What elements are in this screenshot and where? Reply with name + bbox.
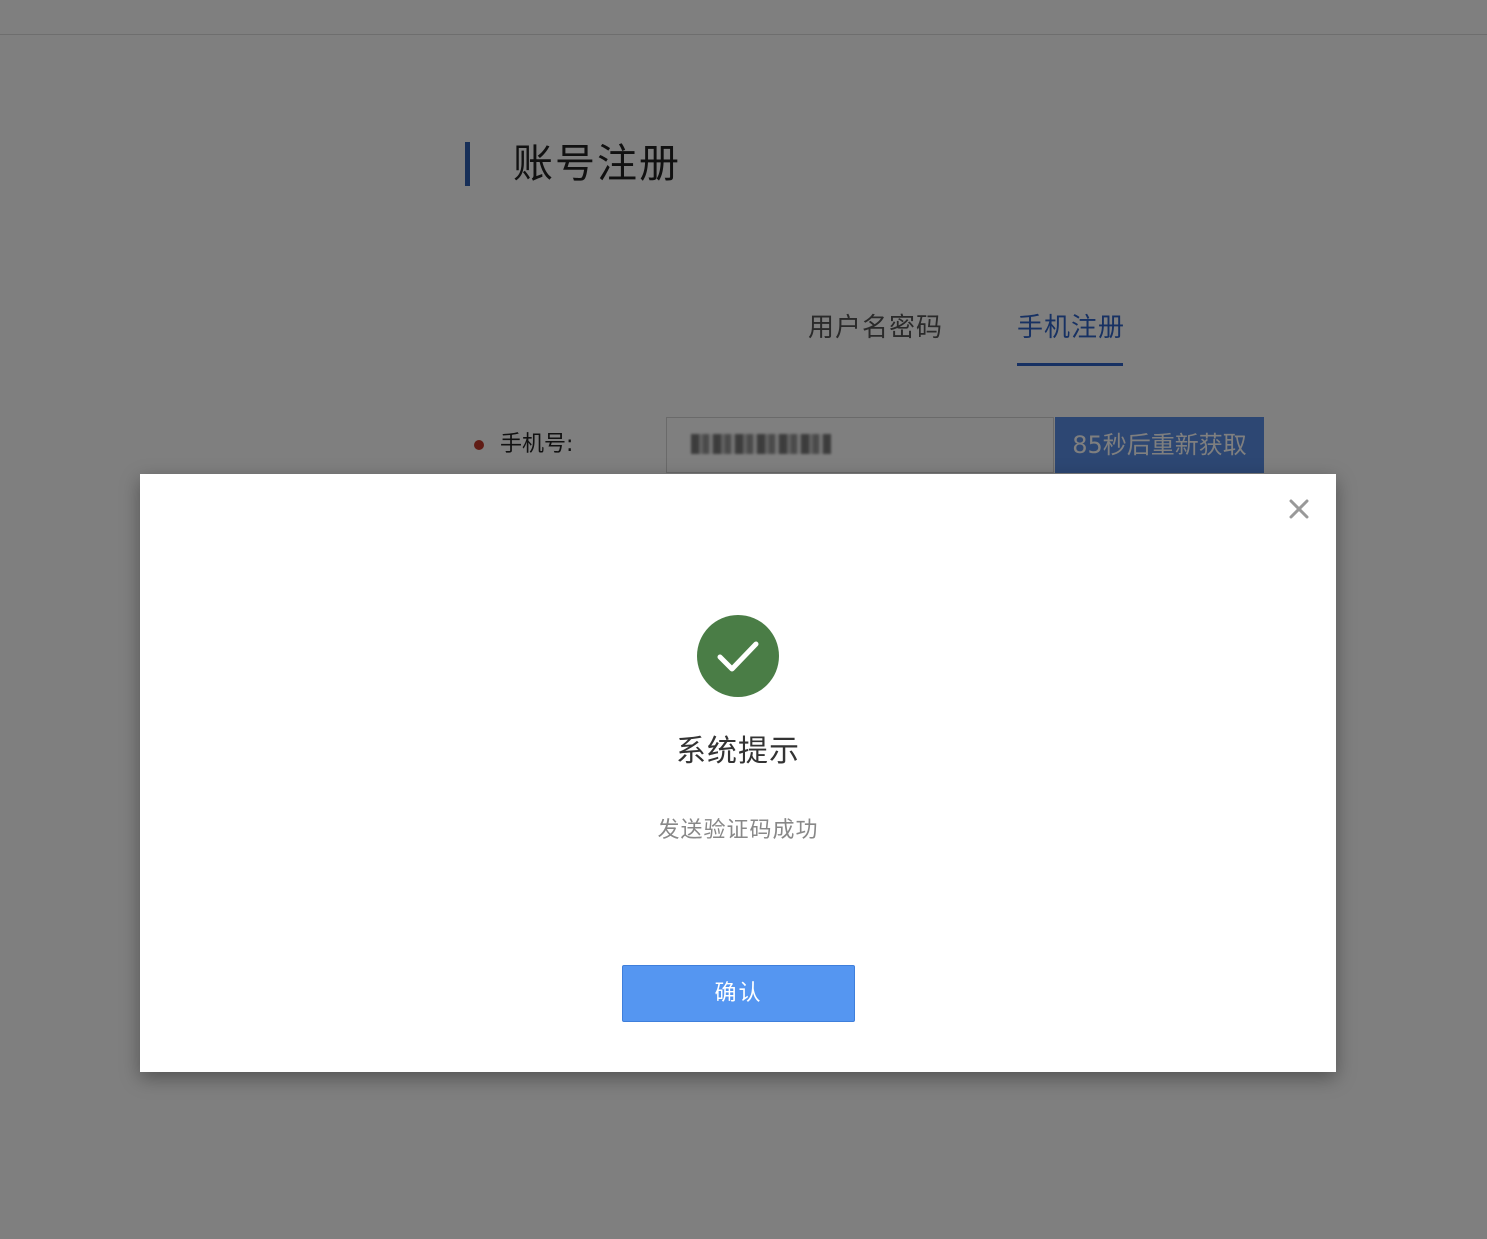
system-prompt-dialog: 系统提示 发送验证码成功 确认 [140,474,1336,1072]
dialog-message: 发送验证码成功 [657,818,819,843]
confirm-button[interactable]: 确认 [622,965,855,1022]
close-icon[interactable] [1286,496,1312,522]
success-check-icon [697,615,779,697]
dialog-title: 系统提示 [676,734,800,769]
